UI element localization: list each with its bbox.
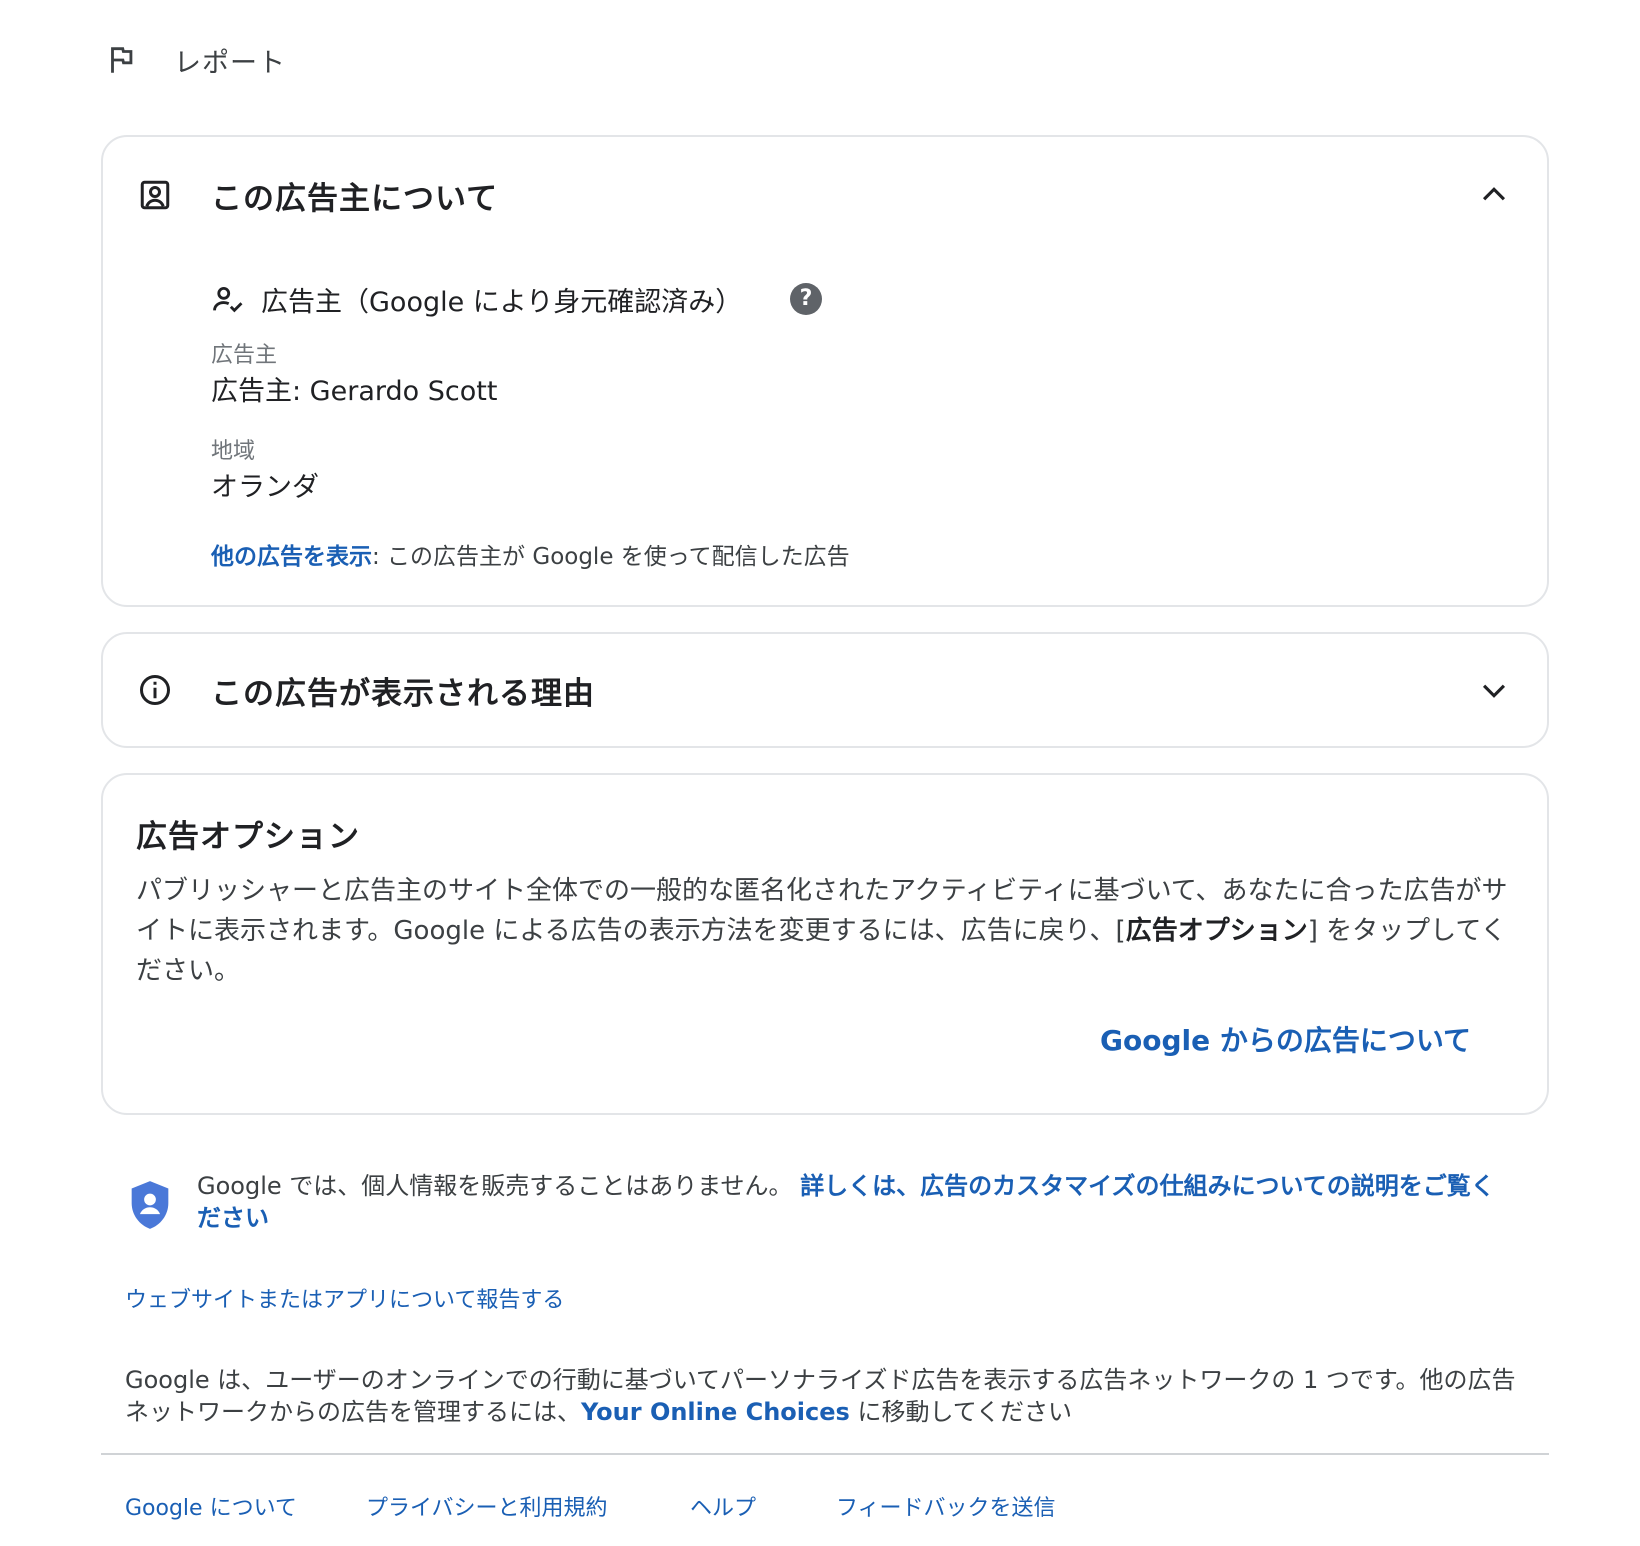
region-value: オランダ <box>211 472 319 503</box>
advertiser-card-title: この広告主について <box>211 180 499 217</box>
about-google-ads-link[interactable]: Google からの広告について <box>1100 1019 1471 1059</box>
privacy-statement: Google では、個人情報を販売することはありません。 <box>197 1172 793 1200</box>
account-box-icon <box>140 180 170 210</box>
privacy-text: Google では、個人情報を販売することはありません。 詳しくは、広告のカスタ… <box>197 1170 1497 1234</box>
network-text-after: に移動してください <box>849 1398 1073 1426</box>
more-ads-link[interactable]: 他の広告を表示 <box>211 544 372 570</box>
ad-options-bold: 広告オプション <box>1125 916 1308 946</box>
advertiser-field-label: 広告主 <box>211 343 278 368</box>
more-ads-row: 他の広告を表示: この広告主が Google を使って配信した広告 <box>211 537 850 571</box>
report-button[interactable]: レポート <box>104 40 286 80</box>
footer-link-about-google[interactable]: Google について <box>125 1490 297 1522</box>
your-online-choices-link[interactable]: Your Online Choices <box>581 1398 850 1426</box>
why-this-ad-card[interactable]: この広告が表示される理由 <box>101 632 1549 748</box>
verified-person-icon <box>213 286 243 313</box>
advertiser-card: この広告主について 広告主（Google により身元確認済み） ? 広告主 広告… <box>101 135 1549 607</box>
info-icon <box>140 675 170 705</box>
chevron-up-icon[interactable] <box>1477 178 1511 212</box>
ad-options-title: 広告オプション <box>136 819 360 855</box>
footer-link-help[interactable]: ヘルプ <box>690 1490 756 1522</box>
verified-advertiser-row: 広告主（Google により身元確認済み） <box>211 273 742 325</box>
shield-person-icon <box>131 1181 169 1229</box>
advertiser-name: 広告主: Gerardo Scott <box>211 376 498 407</box>
more-ads-description: : この広告主が Google を使って配信した広告 <box>372 544 850 570</box>
report-site-link[interactable]: ウェブサイトまたはアプリについて報告する <box>125 1282 564 1314</box>
flag-icon <box>111 47 133 73</box>
footer-link-privacy-terms[interactable]: プライバシーと利用規約 <box>366 1490 608 1522</box>
report-label: レポート <box>174 47 286 79</box>
ad-options-card: 広告オプション パブリッシャーと広告主のサイト全体での一般的な匿名化されたアクテ… <box>101 773 1549 1115</box>
why-card-header[interactable]: この広告が表示される理由 <box>103 634 1547 746</box>
ad-network-notice: Google は、ユーザーのオンラインでの行動に基づいてパーソナライズド広告を表… <box>125 1364 1525 1428</box>
why-card-title: この広告が表示される理由 <box>211 675 595 712</box>
footer-link-feedback[interactable]: フィードバックを送信 <box>836 1490 1056 1522</box>
help-icon[interactable]: ? <box>790 283 822 315</box>
ad-info-page: レポート この広告主について 広告主（Google により身元確認済み） ? 広… <box>0 0 1640 1546</box>
verified-label: 広告主（Google により身元確認済み） <box>261 286 743 318</box>
chevron-down-icon[interactable] <box>1477 673 1511 707</box>
region-field-label: 地域 <box>211 439 256 464</box>
footer-divider <box>101 1453 1549 1455</box>
ad-options-description: パブリッシャーと広告主のサイト全体での一般的な匿名化されたアクティビティに基づい… <box>136 871 1526 991</box>
advertiser-card-header[interactable]: この広告主について <box>103 145 1547 245</box>
